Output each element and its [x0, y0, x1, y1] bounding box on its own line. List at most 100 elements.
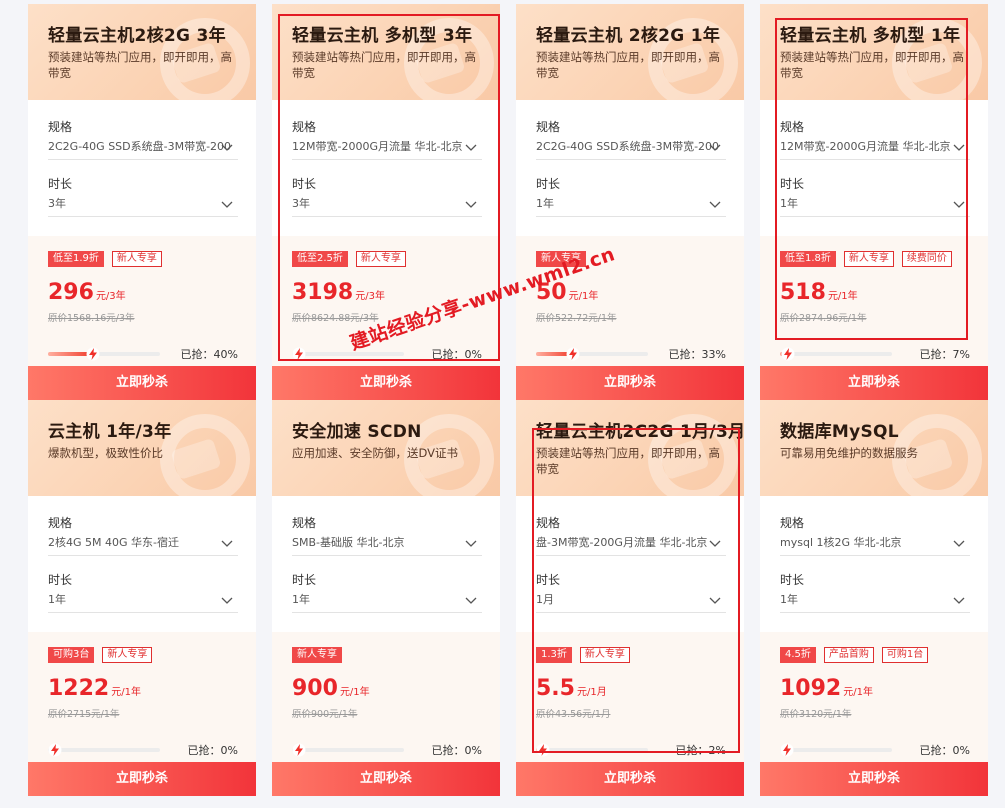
spec-value: 2C2G-40G SSD系统盘-3M带宽-200: [48, 140, 232, 153]
sold-status: 已抢：40%: [181, 346, 238, 362]
duration-select[interactable]: 3年: [48, 195, 238, 217]
sold-progress-bar: [292, 347, 404, 361]
card-subtitle: 应用加速、安全防御，送DV证书: [292, 446, 459, 460]
buy-now-button[interactable]: 立即秒杀: [760, 762, 988, 796]
duration-select[interactable]: 1年: [780, 195, 970, 217]
buy-now-button[interactable]: 立即秒杀: [516, 762, 744, 796]
buy-now-button[interactable]: 立即秒杀: [760, 366, 988, 400]
promo-tag: 4.5折: [780, 647, 816, 663]
sold-percent: 0%: [464, 744, 482, 757]
duration-select[interactable]: 1年: [48, 591, 238, 613]
duration-value: 3年: [292, 197, 310, 210]
card-subtitle: 预装建站等热门应用，即开即用，高带宽: [292, 50, 476, 80]
sold-status: 已抢：0%: [432, 742, 482, 758]
sold-status: 已抢：0%: [920, 742, 970, 758]
spec-select[interactable]: 12M带宽-2000G月流量 华北-北京: [292, 138, 482, 160]
card-subtitle: 可靠易用免维护的数据服务: [780, 446, 918, 460]
price-section: 低至1.9折 新人专享 296 元/3年 原价1568.16元/3年 已抢：40%: [28, 236, 256, 366]
price-section: 1.3折 新人专享 5.5 元/1月 原价43.56元/1月 已抢：2%: [516, 632, 744, 762]
spec-value: 盘-3M带宽-200G月流量 华北-北京: [536, 536, 708, 549]
buy-now-button[interactable]: 立即秒杀: [272, 762, 500, 796]
spec-label: 规格: [780, 120, 805, 134]
duration-label: 时长: [292, 573, 317, 587]
sold-prefix: 已抢：: [180, 348, 214, 361]
price-unit: 元/1年: [843, 687, 873, 698]
card-title: 轻量云主机 多机型 3年: [292, 26, 473, 46]
duration-select[interactable]: 1年: [536, 195, 726, 217]
duration-select[interactable]: 3年: [292, 195, 482, 217]
price: 900 元/1年: [292, 676, 370, 701]
spec-select[interactable]: 盘-3M带宽-200G月流量 华北-北京: [536, 534, 726, 556]
product-card: 轻量云主机2C2G 1月/3月 预装建站等热门应用，即开即用，高带宽 规格 盘-…: [516, 400, 744, 796]
promo-tag: 新人专享: [102, 647, 153, 663]
buy-now-button[interactable]: 立即秒杀: [272, 366, 500, 400]
duration-value: 1年: [536, 197, 554, 210]
buy-now-button[interactable]: 立即秒杀: [28, 366, 256, 400]
duration-value: 3年: [48, 197, 66, 210]
tag-list: 低至1.8折 新人专享 续费同价: [780, 251, 952, 267]
card-header: 安全加速 SCDN 应用加速、安全防御，送DV证书: [272, 400, 500, 496]
spec-value: SMB-基础版 华北-北京: [292, 536, 405, 549]
duration-select[interactable]: 1月: [536, 591, 726, 613]
sold-prefix: 已抢：: [431, 744, 465, 757]
sold-prefix: 已抢：: [187, 744, 221, 757]
promo-tag: 续费同价: [901, 251, 952, 267]
tag-list: 低至1.9折 新人专享: [48, 251, 162, 267]
chevron-down-icon: [708, 536, 722, 550]
price-value: 900: [292, 676, 338, 701]
chevron-down-icon: [952, 140, 966, 154]
spec-select[interactable]: 12M带宽-2000G月流量 华北-北京: [780, 138, 970, 160]
duration-value: 1年: [780, 593, 798, 606]
buy-now-button[interactable]: 立即秒杀: [28, 762, 256, 796]
spec-select[interactable]: 2C2G-40G SSD系统盘-3M带宽-200: [536, 138, 726, 160]
chevron-down-icon: [708, 140, 722, 154]
spec-select[interactable]: 2核4G 5M 40G 华东-宿迁: [48, 534, 238, 556]
promo-tag: 新人专享: [355, 251, 406, 267]
price-unit: 元/3年: [355, 291, 385, 302]
price-unit: 元/1年: [568, 291, 599, 302]
buy-now-button[interactable]: 立即秒杀: [516, 366, 744, 400]
chevron-down-icon: [952, 536, 966, 550]
duration-select[interactable]: 1年: [780, 591, 970, 613]
sold-status: 已抢：33%: [669, 346, 726, 362]
lightning-icon: [780, 742, 794, 757]
duration-label: 时长: [536, 573, 561, 587]
chevron-down-icon: [464, 197, 478, 211]
spec-select[interactable]: 2C2G-40G SSD系统盘-3M带宽-200: [48, 138, 238, 160]
spec-label: 规格: [536, 120, 561, 134]
sold-progress-bar: [48, 347, 160, 361]
promo-tag: 新人专享: [292, 647, 342, 663]
price-value: 5.5: [536, 676, 575, 701]
price-unit: 元/1年: [111, 687, 141, 698]
spec-value: 2C2G-40G SSD系统盘-3M带宽-200: [536, 140, 720, 153]
product-card: 安全加速 SCDN 应用加速、安全防御，送DV证书 规格 SMB-基础版 华北-…: [272, 400, 500, 796]
duration-label: 时长: [48, 573, 73, 587]
tag-list: 可购3台 新人专享: [48, 647, 153, 663]
promo-tag: 新人专享: [579, 647, 630, 663]
card-header: 轻量云主机 2核2G 1年 预装建站等热门应用，即开即用，高带宽: [516, 4, 744, 100]
sold-progress-bar: [536, 347, 648, 361]
promo-tag: 可购3台: [48, 647, 95, 663]
duration-label: 时长: [780, 177, 805, 191]
price-unit: 元/1年: [339, 687, 370, 698]
spec-select[interactable]: mysql 1核2G 华北-北京: [780, 534, 970, 556]
sold-percent: 0%: [464, 348, 482, 361]
spec-select[interactable]: SMB-基础版 华北-北京: [292, 534, 482, 556]
sold-progress-bar: [292, 743, 404, 757]
sold-percent: 33%: [701, 348, 726, 361]
price-unit: 元/3年: [95, 291, 126, 302]
duration-select[interactable]: 1年: [292, 591, 482, 613]
sold-status: 已抢：0%: [188, 742, 238, 758]
spec-label: 规格: [536, 516, 561, 530]
chevron-down-icon: [220, 197, 234, 211]
sold-progress-bar: [780, 743, 892, 757]
original-price: 原价3120元/1年: [780, 709, 852, 720]
price-value: 296: [48, 280, 94, 305]
price-section: 新人专享 900 元/1年 原价900元/1年 已抢：0%: [272, 632, 500, 762]
product-card: 数据库MySQL 可靠易用免维护的数据服务 规格 mysql 1核2G 华北-北…: [760, 400, 988, 796]
card-subtitle: 预装建站等热门应用，即开即用，高带宽: [536, 50, 720, 80]
chevron-down-icon: [708, 197, 722, 211]
card-title: 数据库MySQL: [780, 422, 899, 442]
original-price: 原价900元/1年: [292, 709, 358, 720]
promo-tag: 低至1.9折: [48, 251, 104, 267]
